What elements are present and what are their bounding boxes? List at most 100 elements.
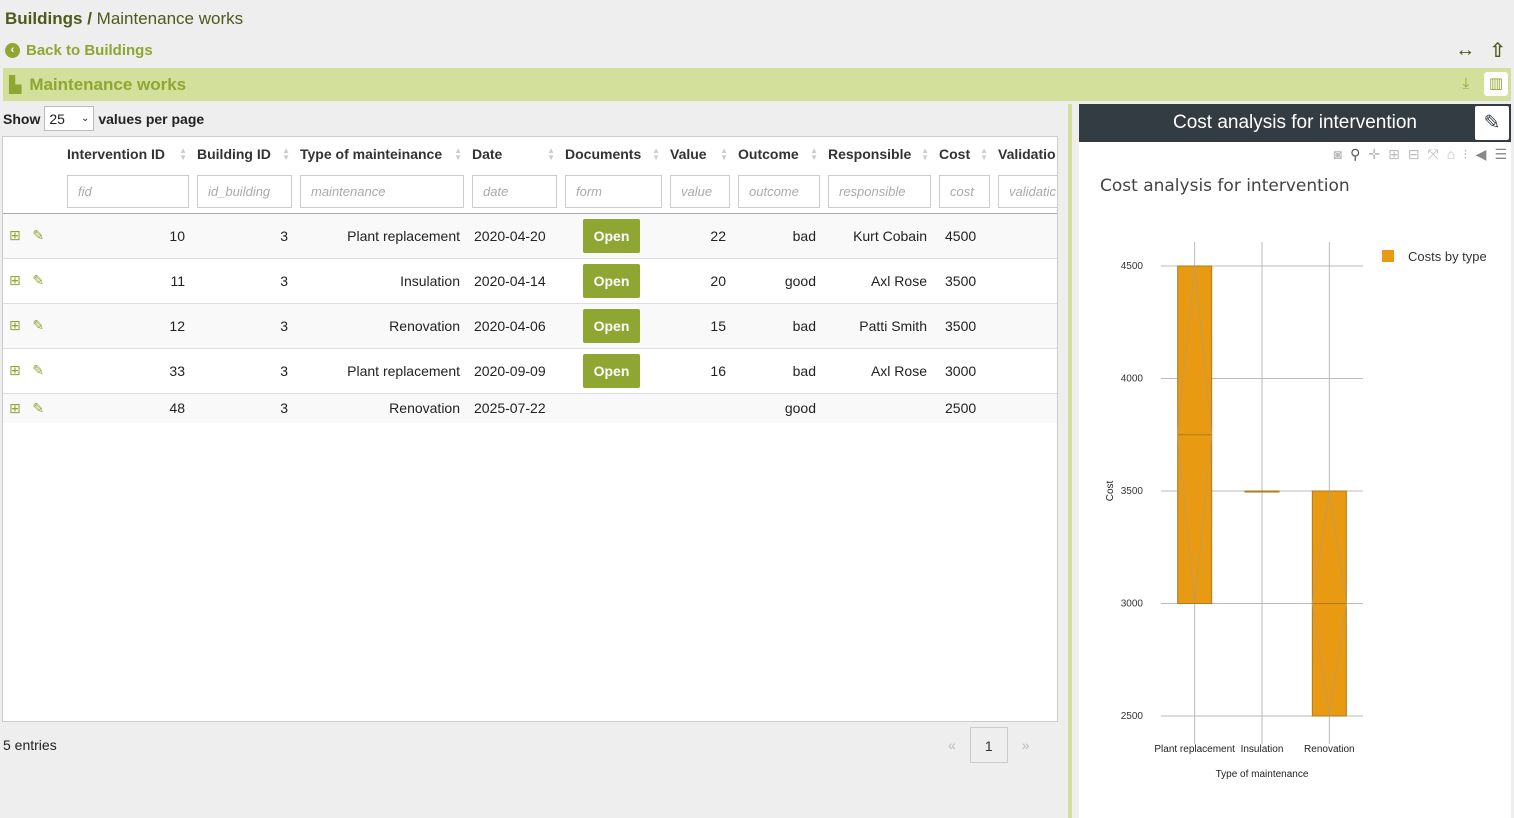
sort-icon[interactable]: ▲ ▼ bbox=[810, 147, 818, 162]
breadcrumb-parent[interactable]: Buildings bbox=[5, 9, 82, 28]
breadcrumb-current: Maintenance works bbox=[96, 9, 244, 28]
table-row[interactable]: ⊞ ✎ 11 3 Insulation 2020-04-14 Open 20 good Axl … bbox=[3, 258, 1057, 304]
expand-width-icon[interactable]: ↔ bbox=[1455, 39, 1475, 62]
cell-cost: 3000 bbox=[945, 362, 977, 379]
open-document-button[interactable]: Open bbox=[583, 308, 640, 343]
breadcrumb-separator: / bbox=[87, 9, 92, 28]
column-header-label: Documents bbox=[565, 145, 642, 162]
column-header[interactable]: Value ▲ ▼ bbox=[666, 137, 734, 170]
column-filter-input[interactable]: value bbox=[670, 174, 730, 208]
column-header[interactable]: Outcome ▲ ▼ bbox=[734, 137, 824, 170]
cell-date: 2020-04-14 bbox=[474, 272, 546, 289]
table-view-icon[interactable]: ⊞ bbox=[9, 317, 21, 333]
column-header[interactable]: Validatio bbox=[994, 137, 1057, 170]
edit-pencil-icon[interactable]: ✎ bbox=[32, 400, 44, 416]
cell-type: Plant replacement bbox=[347, 227, 460, 244]
column-filter-input[interactable]: date bbox=[472, 174, 557, 208]
upload-arrow-icon[interactable]: ⇧ bbox=[1489, 38, 1506, 63]
edit-pencil-icon[interactable]: ✎ bbox=[32, 272, 44, 288]
y-tick-label: 3000 bbox=[1121, 599, 1144, 610]
column-filter-input[interactable]: form bbox=[565, 174, 662, 208]
column-filter-input[interactable]: validatic bbox=[998, 174, 1057, 208]
entries-count: 5 entries bbox=[3, 737, 57, 753]
zoom-out-icon[interactable]: ⊟ bbox=[1408, 146, 1420, 163]
chart-panel: Cost analysis for intervention ✎ ◙ ⚲ ✛ ⊞… bbox=[1079, 104, 1511, 818]
cell-cost: 2500 bbox=[945, 400, 977, 417]
edit-pencil-icon[interactable]: ✎ bbox=[32, 317, 44, 333]
sort-icon[interactable]: ▲ ▼ bbox=[454, 147, 462, 162]
open-document-button[interactable]: Open bbox=[583, 218, 640, 253]
cell-building: 3 bbox=[280, 362, 288, 379]
chart-toggle-icon[interactable]: ▥ bbox=[1484, 72, 1508, 96]
column-header-label: Cost bbox=[939, 145, 971, 162]
table-row[interactable]: ⊞ ✎ 48 3 Renovation 2025-07-22 good 2500 bbox=[3, 393, 1057, 423]
column-header-label: Building ID bbox=[197, 145, 271, 162]
edit-pencil-icon[interactable]: ✎ bbox=[32, 362, 44, 378]
column-header[interactable]: Responsible ▲ ▼ bbox=[824, 137, 935, 170]
camera-icon[interactable]: ◙ bbox=[1334, 146, 1342, 163]
back-to-buildings-link[interactable]: ‹ Back to Buildings bbox=[5, 42, 153, 59]
sort-icon[interactable]: ▲ ▼ bbox=[282, 147, 290, 162]
column-header[interactable]: Documents ▲ ▼ bbox=[561, 137, 666, 170]
back-link-label: Back to Buildings bbox=[26, 42, 153, 59]
table-row[interactable]: ⊞ ✎ 33 3 Plant replacement 2020-09-09 Open 16 b… bbox=[3, 348, 1057, 394]
column-filter-input[interactable]: responsible bbox=[828, 174, 931, 208]
page-size-control: Show 25 ⌄ values per page bbox=[3, 106, 204, 131]
column-header[interactable]: Date ▲ ▼ bbox=[468, 137, 561, 170]
edit-pencil-icon[interactable]: ✎ bbox=[32, 227, 44, 243]
hover-closest-icon[interactable]: ◀ bbox=[1476, 146, 1487, 163]
panel-splitter[interactable] bbox=[1068, 104, 1072, 818]
actions-header bbox=[3, 137, 63, 170]
panel-header: Cost analysis for intervention ✎ bbox=[1079, 104, 1511, 142]
page-size-select[interactable]: 25 ⌄ bbox=[44, 106, 95, 131]
open-document-button[interactable]: Open bbox=[583, 263, 640, 298]
page-1-button[interactable]: 1 bbox=[969, 727, 1008, 763]
zoom-icon[interactable]: ⚲ bbox=[1350, 146, 1360, 163]
prev-page-button[interactable]: « bbox=[948, 737, 956, 753]
table-view-icon[interactable]: ⊞ bbox=[9, 400, 21, 416]
autoscale-icon[interactable]: ⤧ bbox=[1428, 146, 1439, 163]
sort-icon[interactable]: ▲ ▼ bbox=[921, 147, 929, 162]
x-tick-label: Insulation bbox=[1241, 744, 1284, 755]
sort-icon[interactable]: ▲ ▼ bbox=[179, 147, 187, 162]
next-page-button[interactable]: » bbox=[1022, 737, 1030, 753]
spike-lines-icon[interactable]: ⁝ bbox=[1463, 146, 1467, 163]
home-icon[interactable]: ⌂ bbox=[1447, 146, 1455, 163]
edit-icon[interactable]: ✎ bbox=[1475, 106, 1509, 140]
pagination: « 1 » bbox=[948, 727, 1030, 763]
cell-responsible: Kurt Cobain bbox=[853, 227, 927, 244]
legend-swatch bbox=[1382, 250, 1394, 262]
table-view-icon[interactable]: ⊞ bbox=[9, 227, 21, 243]
download-icon[interactable]: ⤓ bbox=[1454, 72, 1478, 96]
zoom-in-icon[interactable]: ⊞ bbox=[1388, 146, 1400, 163]
column-header[interactable]: Cost ▲ ▼ bbox=[935, 137, 994, 170]
cell-date: 2020-04-20 bbox=[474, 227, 546, 244]
table-view-icon[interactable]: ⊞ bbox=[9, 272, 21, 288]
table-row[interactable]: ⊞ ✎ 10 3 Plant replacement 2020-04-20 Open 22 b… bbox=[3, 213, 1057, 259]
column-header[interactable]: Type of mainteinance ▲ ▼ bbox=[296, 137, 468, 170]
show-label: Show bbox=[3, 110, 41, 127]
box bbox=[1311, 490, 1347, 717]
sort-icon[interactable]: ▲ ▼ bbox=[720, 147, 728, 162]
cell-value: 22 bbox=[710, 227, 726, 244]
sort-icon[interactable]: ▲ ▼ bbox=[980, 147, 988, 162]
cell-date: 2020-09-09 bbox=[474, 362, 546, 379]
open-document-button[interactable]: Open bbox=[583, 353, 640, 388]
breadcrumb: Buildings / Maintenance works bbox=[5, 9, 243, 29]
cell-date: 2025-07-22 bbox=[474, 400, 546, 417]
sort-icon[interactable]: ▲ ▼ bbox=[547, 147, 555, 162]
cell-type: Plant replacement bbox=[347, 362, 460, 379]
x-tick-label: Renovation bbox=[1304, 744, 1355, 755]
column-header[interactable]: Intervention ID ▲ ▼ bbox=[63, 137, 193, 170]
table-view-icon[interactable]: ⊞ bbox=[9, 362, 21, 378]
column-filter-input[interactable]: maintenance bbox=[300, 174, 464, 208]
column-header[interactable]: Building ID ▲ ▼ bbox=[193, 137, 296, 170]
hover-compare-icon[interactable]: ☰ bbox=[1494, 146, 1507, 163]
pan-icon[interactable]: ✛ bbox=[1368, 146, 1380, 163]
column-filter-input[interactable]: outcome bbox=[738, 174, 820, 208]
table-row[interactable]: ⊞ ✎ 12 3 Renovation 2020-04-06 Open 15 bad Patti… bbox=[3, 303, 1057, 349]
column-filter-input[interactable]: fid bbox=[67, 174, 189, 208]
sort-icon[interactable]: ▲ ▼ bbox=[652, 147, 660, 162]
column-filter-input[interactable]: cost bbox=[939, 174, 990, 208]
column-filter-input[interactable]: id_building bbox=[197, 174, 292, 208]
